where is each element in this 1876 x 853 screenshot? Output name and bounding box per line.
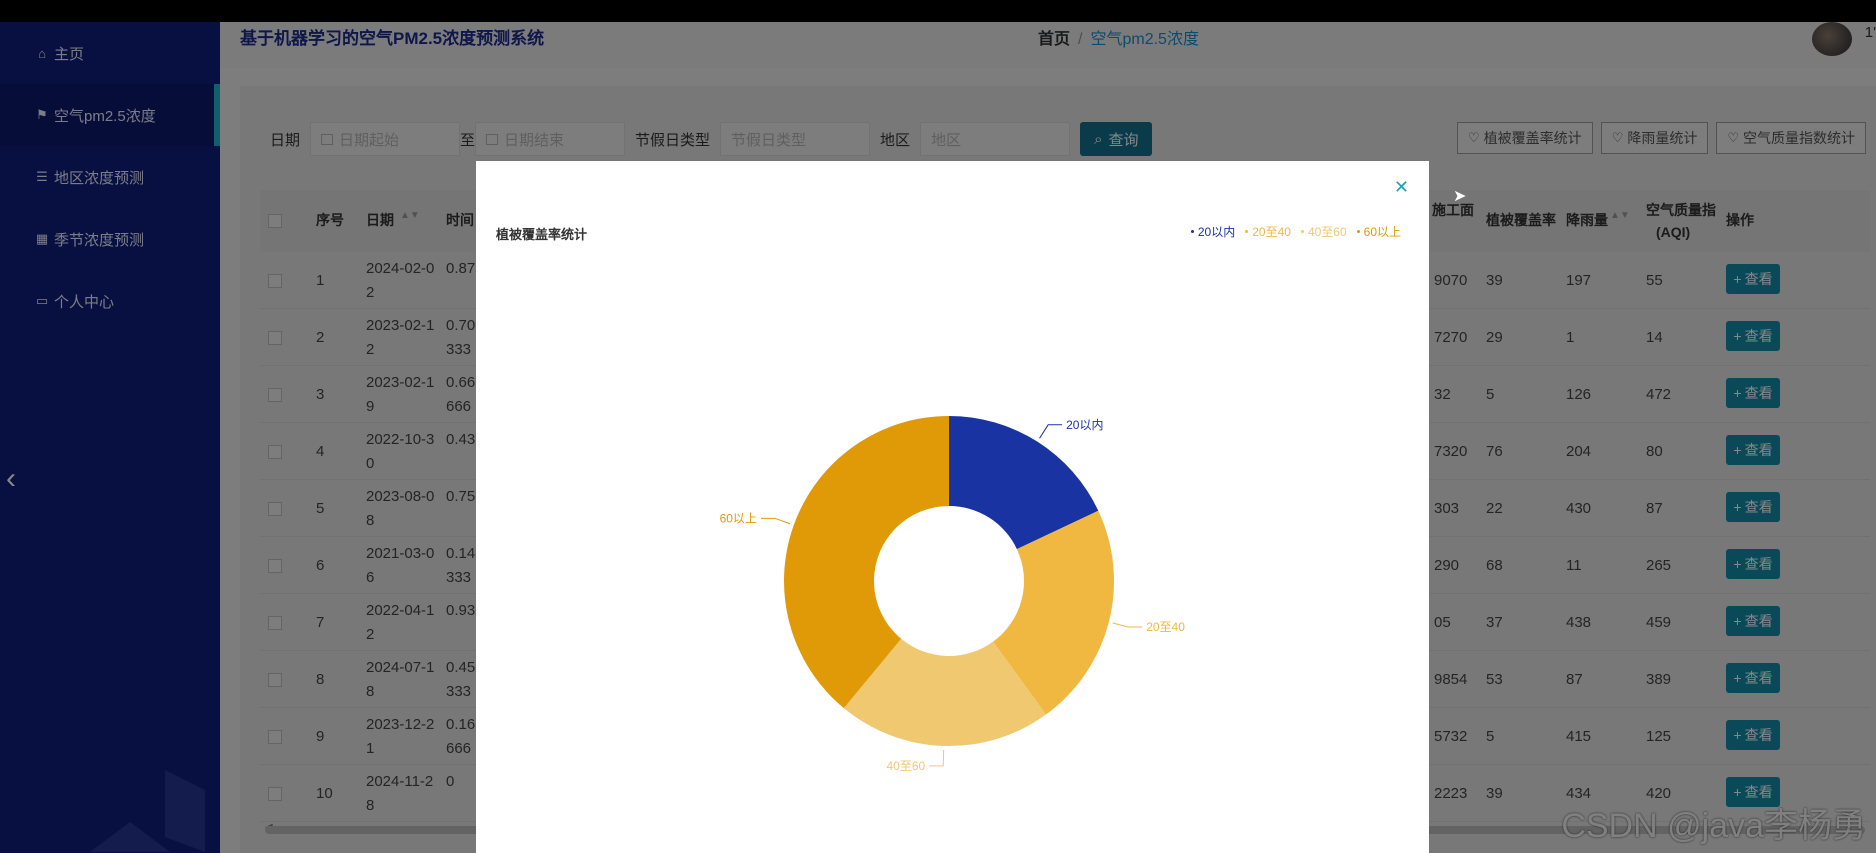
label-leader-line: [1039, 424, 1063, 439]
slice-label: 40至60: [886, 759, 925, 773]
label-leader-line: [929, 749, 945, 767]
mouse-cursor: ➤: [1453, 188, 1467, 205]
slice-label: 20以内: [1066, 418, 1103, 432]
label-leader-line: [760, 517, 791, 525]
donut-chart: 20以内 20至40 40至60 60以上: [720, 416, 1185, 773]
slice-label: 60以上: [720, 511, 757, 525]
chart-dialog: ✕ 植被覆盖率统计 20以内 20至40 40至60 60以上 20以内 20至40 40…: [476, 161, 1429, 853]
label-leader-line: [1112, 622, 1143, 628]
slice-label: 20至40: [1146, 620, 1185, 634]
